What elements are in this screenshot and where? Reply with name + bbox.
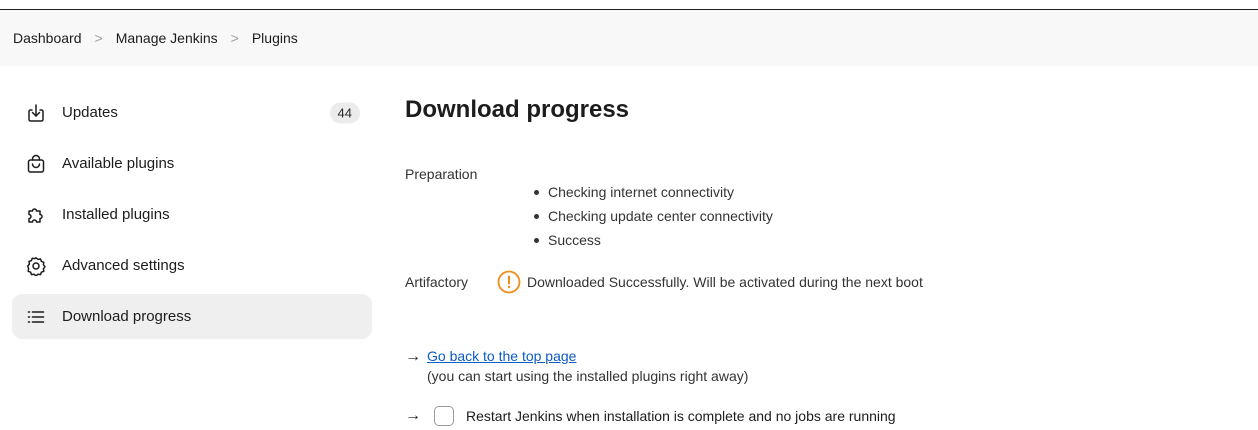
restart-checkbox[interactable] [434, 406, 454, 426]
sidebar: Updates 44 Available plugins Installed p… [12, 90, 372, 345]
arrow-right-icon: → [405, 348, 421, 365]
sidebar-item-installed-plugins[interactable]: Installed plugins [12, 192, 372, 237]
shopping-bag-icon [25, 153, 47, 175]
preparation-row: Preparation Checking internet connectivi… [405, 166, 773, 252]
list-item: Success [534, 228, 773, 252]
artifactory-status: Downloaded Successfully. Will be activat… [527, 274, 923, 290]
list-item: Checking update center connectivity [534, 204, 773, 228]
updates-count-badge: 44 [329, 102, 360, 123]
download-icon [25, 102, 47, 124]
top-border [0, 0, 1258, 10]
gear-icon [25, 255, 47, 277]
breadcrumb-dashboard[interactable]: Dashboard [13, 30, 82, 46]
breadcrumb: Dashboard > Manage Jenkins > Plugins [0, 10, 1258, 66]
list-icon [25, 306, 47, 328]
sidebar-item-label: Available plugins [62, 155, 175, 172]
sidebar-item-label: Updates [62, 104, 118, 121]
sidebar-item-label: Download progress [62, 308, 192, 325]
preparation-steps: Checking internet connectivity Checking … [497, 180, 773, 252]
warning-icon [497, 270, 521, 294]
preparation-label: Preparation [405, 166, 478, 182]
top-link-hint: (you can start using the installed plugi… [427, 368, 749, 384]
restart-label[interactable]: Restart Jenkins when installation is com… [466, 408, 896, 424]
sidebar-item-available-plugins[interactable]: Available plugins [12, 141, 372, 186]
breadcrumb-plugins[interactable]: Plugins [252, 30, 298, 46]
list-item: Checking internet connectivity [534, 180, 773, 204]
top-page-row: → Go back to the top page (you can start… [405, 348, 748, 384]
breadcrumb-separator: > [230, 30, 239, 46]
top-page-block: Go back to the top page (you can start u… [427, 348, 748, 384]
go-back-top-link[interactable]: Go back to the top page [427, 348, 576, 364]
sidebar-item-download-progress[interactable]: Download progress [12, 294, 372, 339]
arrow-right-icon: → [405, 407, 421, 424]
artifactory-row: Artifactory Downloaded Successfully. Wil… [405, 270, 923, 294]
sidebar-item-advanced-settings[interactable]: Advanced settings [12, 243, 372, 288]
breadcrumb-separator: > [94, 30, 103, 46]
restart-row: → Restart Jenkins when installation is c… [405, 406, 896, 426]
sidebar-item-label: Installed plugins [62, 206, 170, 223]
sidebar-item-updates[interactable]: Updates 44 [12, 90, 372, 135]
sidebar-item-label: Advanced settings [62, 257, 185, 274]
artifactory-label: Artifactory [405, 274, 469, 290]
main-content: Download progress Preparation Checking i… [405, 96, 1235, 426]
breadcrumb-manage-jenkins[interactable]: Manage Jenkins [116, 30, 218, 46]
page-title: Download progress [405, 96, 630, 123]
puzzle-piece-icon [25, 204, 47, 226]
